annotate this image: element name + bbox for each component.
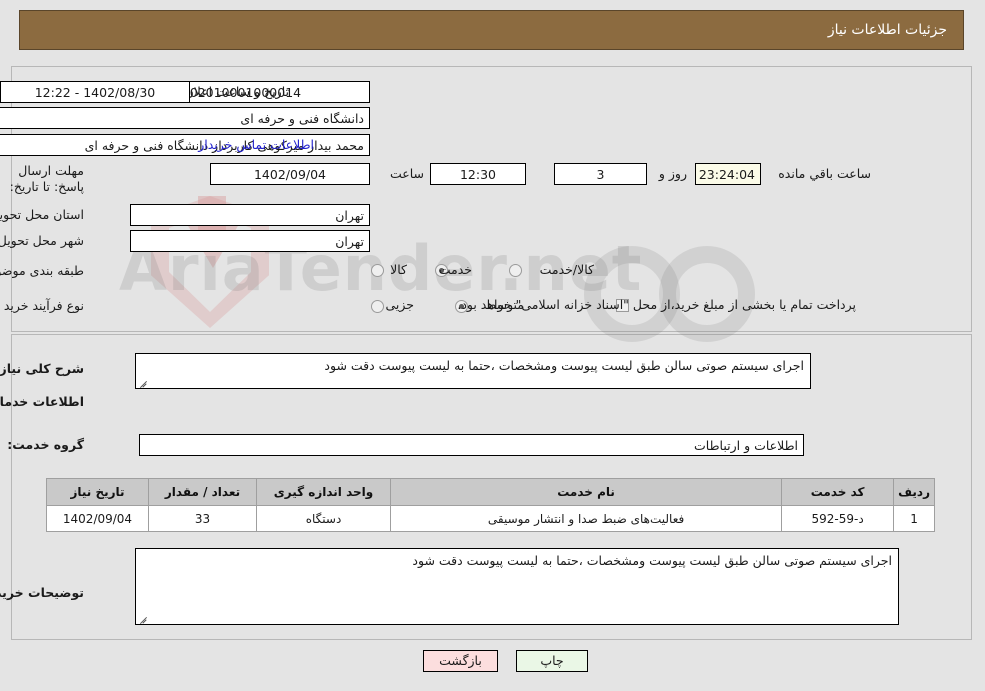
buyer-notes-textarea[interactable]: اجرای سیستم صوتی سالن طبق لیست پیوست ومش…	[136, 548, 900, 625]
radio-classification-kala[interactable]	[372, 264, 385, 277]
announce-datetime-value: 1402/08/30 - 12:22	[1, 81, 191, 103]
resize-grip-icon-2[interactable]	[139, 613, 149, 623]
treasury-text: پرداخت تمام یا بخشی از مبلغ خرید،از محل …	[458, 297, 857, 312]
col-unit: واحد اندازه گیری	[257, 478, 392, 506]
city-value: تهران	[131, 230, 371, 252]
hour-label: ساعت	[390, 166, 425, 181]
col-row-no: ردیف	[894, 478, 936, 506]
service-group-value: اطلاعات و ارتباطات	[140, 434, 805, 456]
col-quantity: تعداد / مقدار	[149, 478, 258, 506]
col-service-code: کد خدمت	[782, 478, 896, 506]
col-service-name: نام خدمت	[390, 478, 784, 506]
city-label: شهر محل تحویل:	[0, 233, 85, 248]
classification-option-0-label[interactable]: کالا	[391, 262, 408, 277]
remaining-time-value: 23:24:04	[696, 163, 762, 185]
cell-service-code: د-59-592	[782, 505, 896, 532]
print-button[interactable]: چاپ	[517, 650, 589, 672]
services-heading: اطلاعات خدمات مورد نیاز	[0, 394, 85, 409]
province-value: تهران	[131, 204, 371, 226]
back-button[interactable]: بازگشت	[424, 650, 499, 672]
cell-service-name: فعالیت‌های ضبط صدا و انتشار موسیقی	[390, 505, 784, 532]
province-label: استان محل تحویل:	[0, 207, 85, 222]
page-root: AriaTender.net جزئیات اطلاعات نیاز شماره…	[0, 0, 985, 691]
process-type-label: نوع فرآیند خرید :	[0, 298, 85, 313]
deadline-label: مهلت ارسال پاسخ: تا تاریخ:	[10, 163, 85, 194]
radio-classification-kala-khadamat[interactable]	[510, 264, 523, 277]
radio-process-jozei[interactable]	[372, 300, 385, 313]
process-option-0-label[interactable]: جزیی	[386, 297, 415, 312]
cell-quantity: 33	[149, 505, 258, 532]
col-need-date: تاریخ نیاز	[47, 478, 150, 506]
general-desc-textarea[interactable]: اجرای سیستم صوتی سالن طبق لیست پیوست ومش…	[136, 353, 812, 389]
buyer-contact-link[interactable]: اطلاعات تماس خریدار	[199, 137, 315, 152]
services-table: ردیف کد خدمت نام خدمت واحد اندازه گیری ت…	[47, 478, 936, 532]
requester-value: محمد بیدار میرکوهی کاربرداز دانشگاه فنی …	[0, 134, 371, 156]
general-desc-label: شرح کلی نیاز:	[0, 361, 85, 376]
table-row: 1 د-59-592 فعالیت‌های ضبط صدا و انتشار م…	[47, 505, 936, 532]
cell-unit: دستگاه	[257, 505, 392, 532]
general-desc-value: اجرای سیستم صوتی سالن طبق لیست پیوست ومش…	[325, 358, 805, 373]
hour-value: 12:30	[431, 163, 527, 185]
buyer-notes-label: توضیحات خریدار:	[0, 585, 85, 600]
buyer-org-value: دانشگاه فنی و حرفه ای	[0, 107, 371, 129]
resize-grip-icon[interactable]	[139, 377, 149, 387]
buyer-notes-value: اجرای سیستم صوتی سالن طبق لیست پیوست ومش…	[413, 553, 893, 568]
classification-label: طبقه بندی موضوعی:	[0, 263, 85, 278]
page-title: جزئیات اطلاعات نیاز	[20, 10, 965, 50]
need-info-panel	[12, 66, 973, 332]
deadline-date-value: 1402/09/04	[211, 163, 371, 185]
days-value: 3	[555, 163, 648, 185]
remaining-time-label: ساعت باقي مانده	[779, 166, 872, 181]
cell-row-no: 1	[894, 505, 936, 532]
days-label: روز و	[659, 166, 688, 181]
cell-need-date: 1402/09/04	[47, 505, 150, 532]
classification-option-1-label[interactable]: خدمت	[440, 262, 473, 277]
service-group-label: گروه خدمت:	[8, 437, 85, 452]
table-header-row: ردیف کد خدمت نام خدمت واحد اندازه گیری ت…	[47, 478, 936, 506]
classification-option-2-label[interactable]: کالا/خدمت	[541, 262, 595, 277]
